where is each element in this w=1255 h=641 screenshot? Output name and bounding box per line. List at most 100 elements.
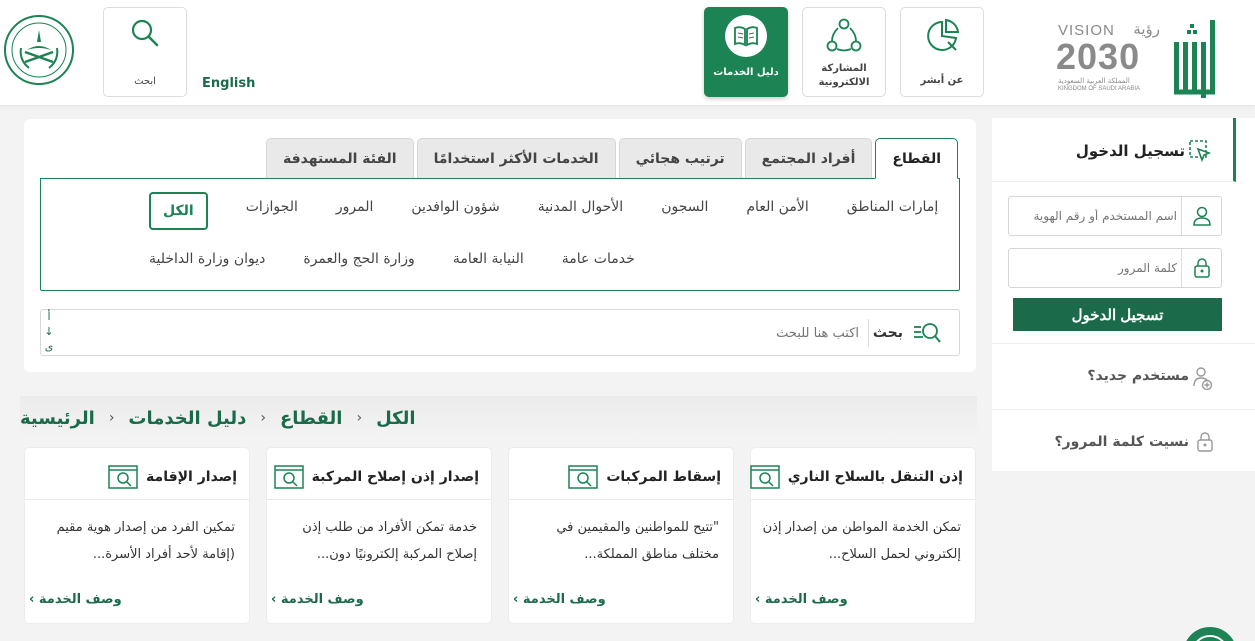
forgot-password-link[interactable]: نسيت كلمة المرور؟: [992, 409, 1255, 475]
alpha-top-letter: أ: [47, 310, 51, 323]
chip-hajj-ministry[interactable]: وزارة الحج والعمرة: [303, 247, 414, 271]
top-header: ابحث English دليل الخدمات المشاركة الالكت…: [0, 0, 1255, 106]
password-field: [1008, 248, 1222, 288]
chip-civil-affairs[interactable]: الأحوال المدنية: [538, 195, 624, 219]
service-window-icon: [568, 465, 599, 489]
card-description: تمكين الفرد من إصدار هوية مقيم (إقامة لأ…: [56, 520, 235, 562]
card-divider: [509, 499, 733, 500]
breadcrumb-all[interactable]: الكل: [376, 408, 415, 429]
chip-regions[interactable]: إمارات المناطق: [847, 195, 939, 219]
service-card[interactable]: إسقاط المركبات "تتيح للمواطنين والمقيمين…: [508, 447, 734, 624]
nav-e-participation-button[interactable]: المشاركة الالكترونية: [802, 7, 886, 97]
sector-filter-box: الكل الجوازات المرور شؤون الوافدين الأحو…: [40, 178, 960, 291]
card-header: إصدار إذن إصلاح المركبة: [273, 465, 479, 489]
search-icon: [104, 18, 186, 52]
login-cursor-icon: [1189, 140, 1212, 166]
password-input[interactable]: [1013, 257, 1177, 279]
chip-expatriates[interactable]: شؤون الوافدين: [411, 195, 499, 219]
service-description-link[interactable]: وصف الخدمة ›: [513, 592, 606, 607]
card-title: إسقاط المركبات: [606, 469, 721, 485]
username-field: [1008, 196, 1222, 236]
service-window-icon: [108, 465, 138, 489]
chip-traffic[interactable]: المرور: [336, 195, 374, 219]
user-icon: [1181, 197, 1221, 235]
sector-chips: الكل الجوازات المرور شؤون الوافدين الأحو…: [149, 192, 939, 271]
pie-chart-icon: [901, 16, 983, 56]
book-icon: [705, 15, 787, 57]
login-sidebar: تسجيل الدخول تسجيل الدخول مستخدم جديد؟ ن…: [992, 118, 1255, 471]
login-button[interactable]: تسجيل الدخول: [1013, 298, 1222, 331]
service-search-bar: بحث أ ↓ ى: [40, 309, 960, 356]
services-filter-panel: القطاع أفراد المجتمع ترتيب هجائي الخدمات…: [24, 119, 976, 372]
alpha-bottom-letter: ى: [44, 340, 54, 353]
card-title: إصدار إذن إصلاح المركبة: [311, 469, 479, 485]
breadcrumb-sector[interactable]: القطاع: [280, 408, 342, 429]
chip-all[interactable]: الكل: [149, 192, 208, 230]
vision-kingdom-en: KINGDOM OF SAUDI ARABIA: [1058, 86, 1141, 92]
breadcrumb-chevron-icon: ‹: [260, 410, 266, 426]
card-description: "تتيح للمواطنين والمقيمين في مختلف مناطق…: [556, 520, 719, 562]
card-header: إصدار الإقامة: [108, 465, 237, 489]
chip-public-prosecution[interactable]: النيابة العامة: [453, 247, 524, 271]
absher-logo: [1172, 20, 1224, 98]
service-description-link[interactable]: وصف الخدمة ›: [29, 592, 122, 607]
vision-kingdom-ar: المملكة العربية السعودية: [1058, 77, 1130, 85]
vision-year-text: 2030: [1056, 36, 1141, 77]
tab-community[interactable]: أفراد المجتمع: [744, 138, 873, 178]
card-header: إذن التنقل بالسلاح الناري: [749, 465, 963, 489]
language-toggle-link[interactable]: English: [202, 76, 255, 91]
card-title: إصدار الإقامة: [146, 469, 237, 485]
new-user-label: مستخدم جديد؟: [1087, 368, 1189, 384]
search-button-label: ابحث: [134, 76, 156, 87]
chat-widget-button[interactable]: [1183, 627, 1237, 641]
search-input[interactable]: [259, 319, 859, 347]
nav-services-guide-button[interactable]: دليل الخدمات: [704, 7, 788, 97]
username-input[interactable]: [1013, 205, 1177, 227]
card-header: إسقاط المركبات: [568, 465, 721, 489]
service-card[interactable]: إصدار الإقامة تمكين الفرد من إصدار هوية …: [24, 447, 250, 624]
lock-icon: [1181, 249, 1221, 287]
card-description: خدمة تمكن الأفراد من طلب إذن إصلاح المرك…: [302, 520, 477, 562]
service-card[interactable]: إصدار إذن إصلاح المركبة خدمة تمكن الأفرا…: [266, 447, 492, 624]
breadcrumb-services-guide[interactable]: دليل الخدمات: [128, 408, 246, 429]
chip-general-services[interactable]: خدمات عامة: [562, 247, 635, 271]
nav-e-participation-label-line2: الالكترونية: [818, 77, 870, 88]
card-divider: [751, 499, 975, 500]
card-description: تمكن الخدمة المواطن من إصدار إذن إلكترون…: [762, 520, 961, 562]
tab-alphabetical[interactable]: ترتيب هجائي: [618, 138, 742, 178]
service-window-icon: [273, 465, 304, 489]
chip-interior-ministry[interactable]: ديوان وزارة الداخلية: [149, 247, 265, 271]
add-user-icon: [1193, 366, 1213, 394]
service-window-icon: [749, 465, 780, 489]
breadcrumb-chevron-icon: ‹: [356, 410, 363, 426]
saudi-emblem-icon: [4, 15, 74, 85]
search-list-icon[interactable]: [913, 321, 941, 349]
login-header: تسجيل الدخول: [992, 118, 1236, 182]
card-title: إذن التنقل بالسلاح الناري: [787, 469, 963, 485]
tab-most-used[interactable]: الخدمات الأكثر استخدامًا: [416, 138, 616, 178]
tab-target-group[interactable]: الفئة المستهدفة: [266, 138, 414, 178]
login-title: تسجيل الدخول: [1075, 142, 1185, 160]
service-description-link[interactable]: وصف الخدمة ›: [271, 592, 364, 607]
forgot-password-label: نسيت كلمة المرور؟: [1054, 434, 1189, 450]
share-nodes-icon: [803, 16, 885, 56]
tab-sector[interactable]: القطاع: [875, 138, 958, 179]
card-divider: [25, 499, 249, 500]
header-search-button[interactable]: ابحث: [103, 7, 187, 97]
chip-prisons[interactable]: السجون: [661, 195, 708, 219]
alphabet-sort-toggle[interactable]: أ ↓ ى: [44, 309, 54, 354]
filter-tabs: القطاع أفراد المجتمع ترتيب هجائي الخدمات…: [266, 138, 958, 179]
service-card[interactable]: إذن التنقل بالسلاح الناري تمكن الخدمة ال…: [749, 447, 976, 624]
breadcrumb-chevron-icon: ‹: [108, 410, 115, 426]
breadcrumb: الرئيسية ‹ دليل الخدمات ‹ القطاع ‹ الكل: [20, 396, 977, 440]
breadcrumb-home[interactable]: الرئيسية: [20, 408, 95, 429]
service-description-link[interactable]: وصف الخدمة ›: [755, 592, 848, 607]
new-user-link[interactable]: مستخدم جديد؟: [992, 343, 1255, 409]
search-divider: [868, 319, 869, 347]
nav-about-absher-button[interactable]: عن أبشر: [900, 7, 984, 97]
chip-passports[interactable]: الجوازات: [246, 195, 298, 219]
nav-services-guide-label: دليل الخدمات: [713, 67, 779, 78]
nav-e-participation-label-line1: المشاركة: [821, 63, 867, 74]
chip-public-security[interactable]: الأمن العام: [746, 195, 808, 219]
nav-about-absher-label: عن أبشر: [920, 75, 964, 86]
